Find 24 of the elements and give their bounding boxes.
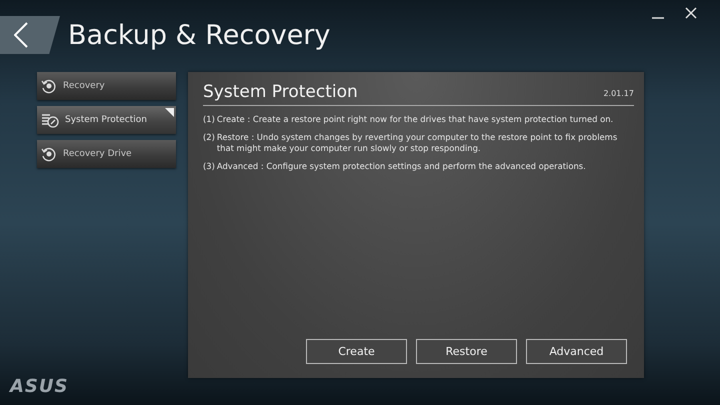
sidebar-item[interactable]: Recovery Drive <box>37 140 176 168</box>
selected-corner-icon <box>165 108 174 117</box>
action-button[interactable]: Create <box>306 339 407 364</box>
asus-logo: ASUS <box>10 376 68 397</box>
panel-title: System Protection <box>203 82 358 102</box>
close-button[interactable] <box>684 6 698 20</box>
list-number: (3) <box>203 161 215 172</box>
protection-icon <box>41 112 59 128</box>
close-icon <box>684 6 698 20</box>
recovery-icon <box>41 146 57 162</box>
description-text: Advanced : Configure system protection settings and perform the advanced operations. <box>216 161 586 172</box>
action-button[interactable]: Restore <box>416 339 517 364</box>
sidebar-item[interactable]: Recovery <box>37 72 176 100</box>
recovery-icon <box>41 78 57 94</box>
minimize-icon <box>652 16 664 18</box>
description-text: Create : Create a restore point right now for the drives that have system protection turned on. <box>216 114 614 125</box>
description-text: Restore : Undo system changes by reverting your computer to the restore point to fix problems that might make your computer run slowly or stop responding. <box>216 132 618 154</box>
version-text: 2.01.17 <box>603 89 634 100</box>
list-number: (2) <box>203 132 215 144</box>
sidebar-item[interactable]: System Protection <box>37 106 176 134</box>
back-button[interactable] <box>0 16 60 54</box>
action-button[interactable]: Advanced <box>526 339 627 364</box>
list-number: (1) <box>203 114 215 125</box>
window-title: Backup & Recovery <box>68 20 330 50</box>
